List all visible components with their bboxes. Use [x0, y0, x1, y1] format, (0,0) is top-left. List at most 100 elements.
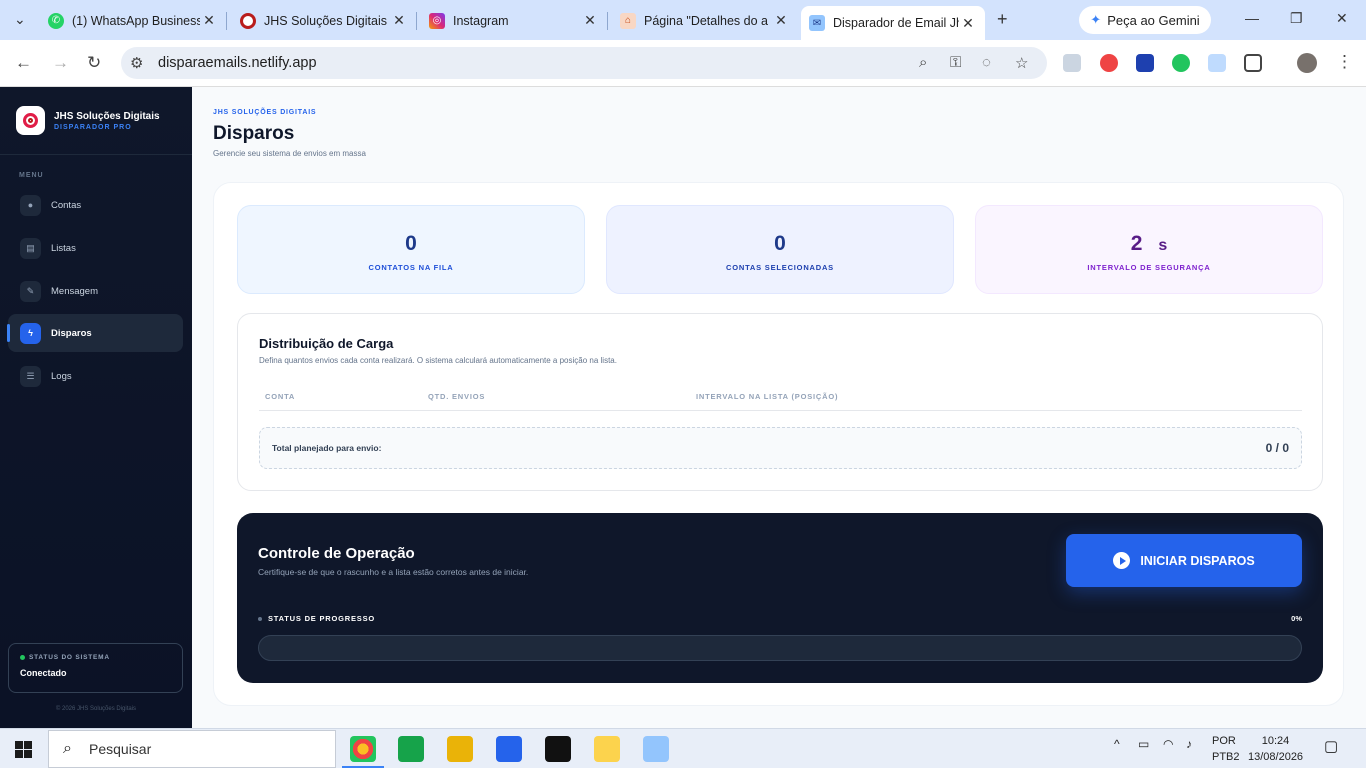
breadcrumb: JHS SOLUÇÕES DIGITAIS [213, 109, 317, 116]
reload-icon[interactable]: ↻ [87, 53, 101, 73]
clock[interactable]: 10:24 13/08/2026 [1248, 733, 1303, 765]
folder-icon[interactable] [447, 736, 473, 762]
zoom-icon[interactable]: ⌕ [919, 54, 927, 71]
tab-title: (1) WhatsApp Business [72, 13, 200, 28]
stat-interval-value: 2 [1130, 232, 1143, 255]
tab-jhs[interactable]: JHS Soluções Digitais | ✕ [232, 7, 416, 34]
extension-5-icon[interactable] [1208, 54, 1226, 72]
play-icon [1113, 552, 1131, 569]
vscode-icon[interactable] [496, 736, 522, 762]
extension-3-icon[interactable] [1136, 54, 1154, 72]
sidebar-item-contas[interactable]: ● Contas [8, 186, 183, 224]
restore-icon[interactable]: ❐ [1290, 10, 1303, 27]
gemini-button[interactable]: ✦ Peça ao Gemini [1079, 6, 1211, 34]
windows-taskbar: ⌕ Pesquisar ^ ▭ ◠ ♪ POR PTB2 10:24 13/08… [0, 728, 1366, 768]
extension-1-icon[interactable] [1063, 54, 1081, 72]
close-icon[interactable]: ✕ [390, 12, 408, 29]
page-subtitle: Gerencie seu sistema de envios em massa [213, 149, 366, 158]
stat-queue: 0 CONTATOS NA FILA [237, 205, 585, 294]
users-icon: ● [20, 194, 41, 216]
tab-title: Disparador de Email Jh [833, 16, 959, 30]
sheets-icon[interactable] [398, 736, 424, 762]
page-icon: ⌂ [620, 12, 636, 29]
brand-logo [16, 106, 45, 135]
progress-percent: 0% [1291, 614, 1302, 623]
stat-interval-label: INTERVALO DE SEGURANÇA [1087, 263, 1211, 272]
tab-title: Instagram [453, 13, 509, 28]
tab-instagram[interactable]: ◎ Instagram ✕ [421, 7, 607, 34]
main-content: JHS SOLUÇÕES DIGITAIS Disparos Gerencie … [192, 87, 1366, 728]
whatsapp-icon: ✆ [48, 12, 64, 29]
close-icon[interactable]: ✕ [200, 12, 218, 29]
paint-icon[interactable] [594, 736, 620, 762]
volume-icon[interactable]: ♪ [1186, 737, 1192, 751]
stat-queue-label: CONTATOS NA FILA [368, 263, 454, 272]
tab-title: JHS Soluções Digitais | [264, 13, 390, 28]
windows-start-icon[interactable] [15, 741, 32, 758]
site-settings-icon[interactable]: ⚙ [130, 54, 143, 72]
window-close-icon[interactable]: ✕ [1336, 10, 1348, 27]
sidebar-item-mensagem[interactable]: ✎ Mensagem [8, 272, 183, 310]
battery-icon[interactable]: ▭ [1138, 737, 1149, 751]
distribution-description: Defina quantos envios cada conta realiza… [259, 356, 617, 365]
minimize-icon[interactable]: — [1245, 10, 1259, 26]
extension-2-icon[interactable] [1100, 54, 1118, 72]
stat-queue-value: 0 [405, 232, 417, 255]
progress-label: STATUS DE PROGRESSO [268, 614, 376, 623]
sidebar-item-listas[interactable]: ▤ Listas [8, 229, 183, 267]
gemini-icon: ✦ [1090, 12, 1102, 27]
control-title: Controle de Operação [258, 545, 415, 562]
extension-4-icon[interactable] [1172, 54, 1190, 72]
menu-kebab-icon[interactable]: ⋮ [1336, 52, 1353, 72]
brand-subtitle: DISPARADOR PRO [54, 123, 132, 131]
language-code: POR [1212, 735, 1236, 747]
address-bar[interactable]: ⚙ disparaemails.netlify.app ⌕ ⚿ ◌ ☆ [121, 47, 1047, 79]
column-header-conta: CONTA [265, 392, 296, 401]
gemini-label: Peça ao Gemini [1107, 12, 1200, 28]
search-placeholder: Pesquisar [89, 741, 152, 757]
start-dispatch-button[interactable]: INICIAR DISPAROS [1066, 534, 1302, 587]
status-value: Conectado [20, 668, 67, 678]
forward-icon[interactable]: → [52, 53, 69, 73]
tray-chevron-icon[interactable]: ^ [1114, 737, 1120, 751]
jhs-icon [240, 12, 256, 29]
status-label: STATUS DO SISTEMA [29, 654, 110, 661]
stat-interval: 2s INTERVALO DE SEGURANÇA [975, 205, 1323, 294]
tab-list-chevron-icon[interactable]: ⌄ [14, 11, 26, 28]
sidebar-item-disparos[interactable]: ϟ Disparos [7, 314, 183, 352]
status-dot [20, 655, 25, 660]
copyright: © 2026 JHS Soluções Digitais [55, 706, 137, 712]
url-text: disparaemails.netlify.app [158, 55, 317, 71]
bookmark-star-icon[interactable]: ☆ [1015, 54, 1028, 72]
sidebar-item-label: Mensagem [51, 285, 98, 297]
profile-avatar[interactable] [1297, 53, 1317, 73]
key-icon[interactable]: ⚿ [950, 54, 961, 71]
notepad-icon[interactable] [643, 736, 669, 762]
progress-bar [258, 635, 1302, 661]
sidebar-item-logs[interactable]: ☰ Logs [8, 357, 183, 395]
close-icon[interactable]: ✕ [581, 12, 599, 29]
chrome-icon[interactable] [342, 736, 384, 768]
close-icon[interactable]: ✕ [772, 12, 790, 29]
wifi-icon[interactable]: ◠ [1163, 737, 1173, 751]
new-tab-plus-icon[interactable]: + [997, 9, 1008, 30]
back-icon[interactable]: ← [15, 53, 32, 73]
progress-dot [258, 616, 262, 621]
notification-icon[interactable]: ▢ [1324, 737, 1338, 755]
extensions-puzzle-icon[interactable] [1244, 54, 1262, 72]
close-icon[interactable]: ✕ [959, 15, 977, 32]
column-header-qtd-envios: QTD. ENVIOS [428, 392, 486, 401]
tab-whatsapp[interactable]: ✆ (1) WhatsApp Business ✕ [40, 7, 226, 34]
column-header-intervalo: INTERVALO NA LISTA (POSIÇÃO) [696, 392, 839, 401]
system-status-card: STATUS DO SISTEMA Conectado [8, 643, 183, 693]
tab-disparador[interactable]: ✉ Disparador de Email Jh ✕ [801, 6, 985, 40]
taskbar-search[interactable]: ⌕ Pesquisar [48, 730, 336, 768]
keyboard-layout: PTB2 [1212, 751, 1240, 763]
language-indicator[interactable]: POR PTB2 [1212, 733, 1240, 765]
eye-off-icon[interactable]: ◌ [982, 54, 991, 71]
clock-date: 13/08/2026 [1248, 751, 1304, 763]
tab-page-details[interactable]: ⌂ Página "Detalhes do a ✕ [612, 7, 798, 34]
tab-title: Página "Detalhes do a [644, 13, 768, 28]
stat-accounts-label: CONTAS SELECIONADAS [726, 263, 834, 272]
terminal-icon[interactable] [545, 736, 571, 762]
